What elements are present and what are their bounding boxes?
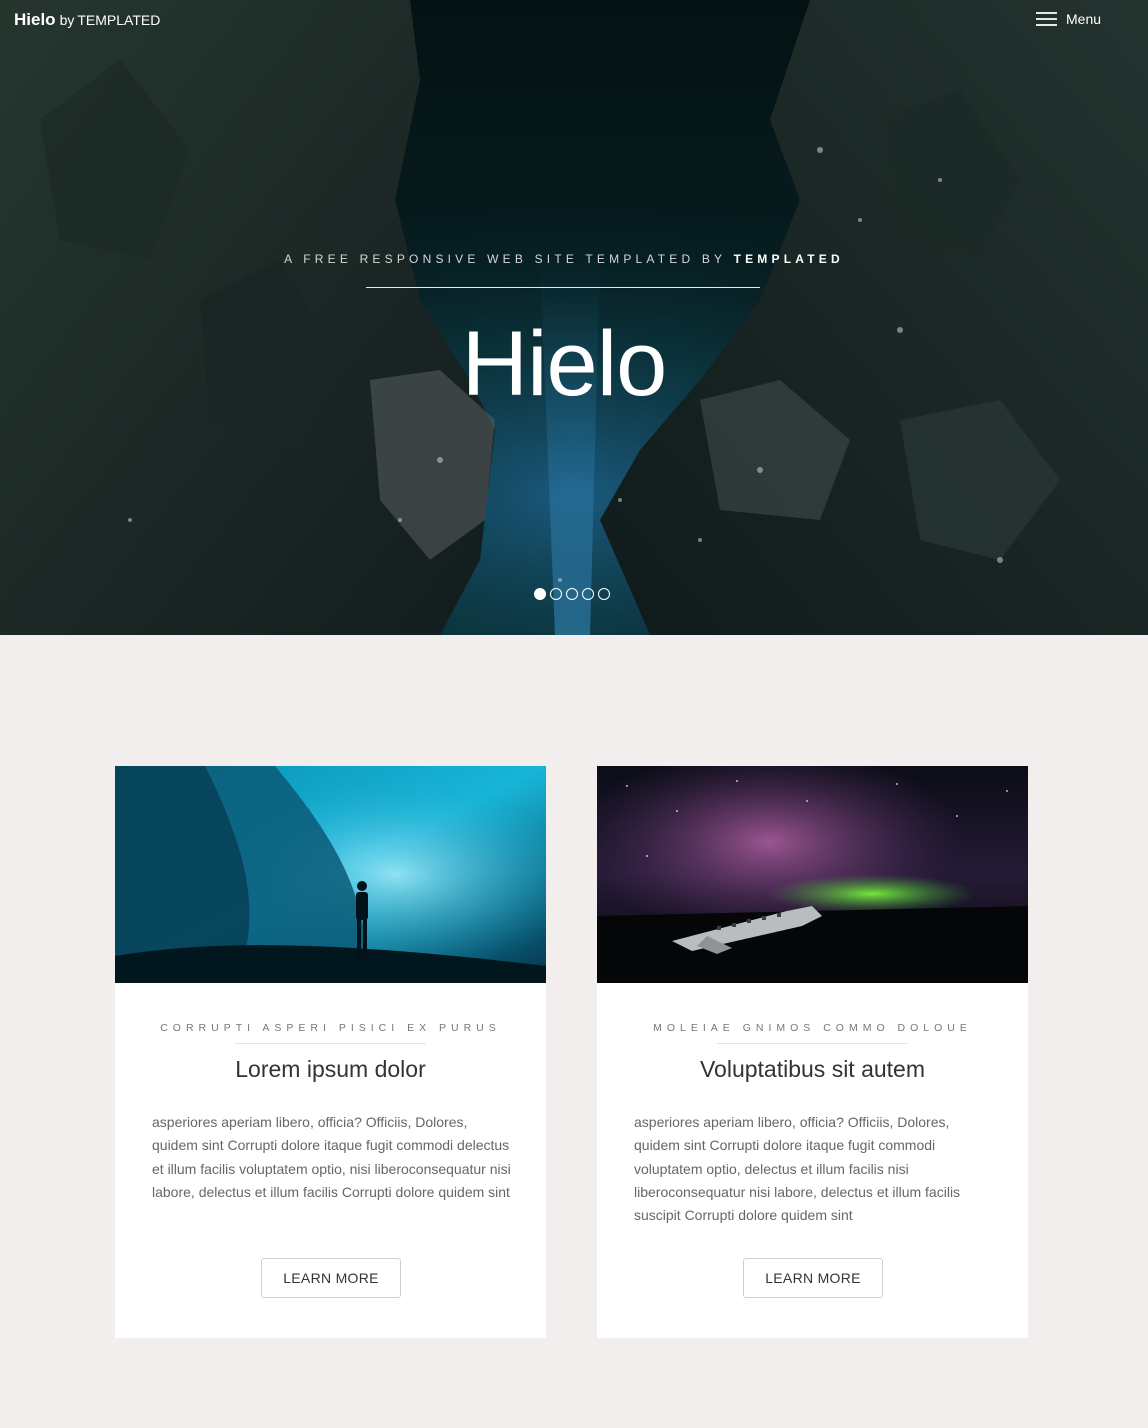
hero-banner: Hielo by TEMPLATED Menu A free responsive … [0, 0, 1148, 635]
feature-card-1: Corrupti asperi pisici ex purus Lorem ip… [115, 766, 546, 1338]
logo-brand-text: TEMPLATED [77, 12, 161, 28]
top-navigation-bar: Hielo by TEMPLATED Menu [0, 0, 1148, 40]
slide-dot-3[interactable] [566, 588, 578, 600]
menu-label: Menu [1066, 11, 1102, 27]
card-2-kicker: Moleiae gnimos commo doloue [653, 1022, 972, 1034]
hero-tagline-brand: TEMPLATED [733, 252, 844, 266]
hamburger-icon [1036, 12, 1057, 26]
site-logo[interactable]: Hielo by TEMPLATED [14, 10, 160, 30]
slide-dot-4[interactable] [582, 588, 594, 600]
card-2-divider [717, 1043, 908, 1044]
hero-divider [366, 287, 760, 288]
hero-tagline: A free responsive web site templated by … [0, 252, 1128, 266]
slide-dot-1[interactable] [534, 588, 546, 600]
slide-dot-2[interactable] [550, 588, 562, 600]
hero-tagline-text: A free responsive web site templated by [284, 252, 727, 266]
feature-card-2: Moleiae gnimos commo doloue Voluptatibus… [597, 766, 1028, 1338]
logo-by-text: by [59, 12, 75, 28]
slide-dot-5[interactable] [598, 588, 610, 600]
menu-button[interactable]: Menu [1036, 11, 1101, 27]
card-1-title: Lorem ipsum dolor [235, 1056, 426, 1082]
slider-pagination [534, 588, 610, 600]
card-2-body: asperiores aperiam libero, officia? Offi… [634, 1114, 961, 1224]
card-1-divider [235, 1043, 426, 1044]
card-1-learn-more-button[interactable]: Learn More [261, 1258, 401, 1298]
aurora-plane-image [597, 766, 1028, 983]
ice-cave-image [115, 766, 546, 983]
logo-main-text: Hielo [14, 10, 56, 29]
card-1-kicker: Corrupti asperi pisici ex purus [160, 1022, 501, 1034]
card-2-learn-more-button[interactable]: Learn More [743, 1258, 883, 1298]
hero-title: Hielo [461, 313, 668, 415]
card-1-body: asperiores aperiam libero, officia? Offi… [152, 1114, 511, 1200]
card-2-title: Voluptatibus sit autem [699, 1056, 926, 1082]
